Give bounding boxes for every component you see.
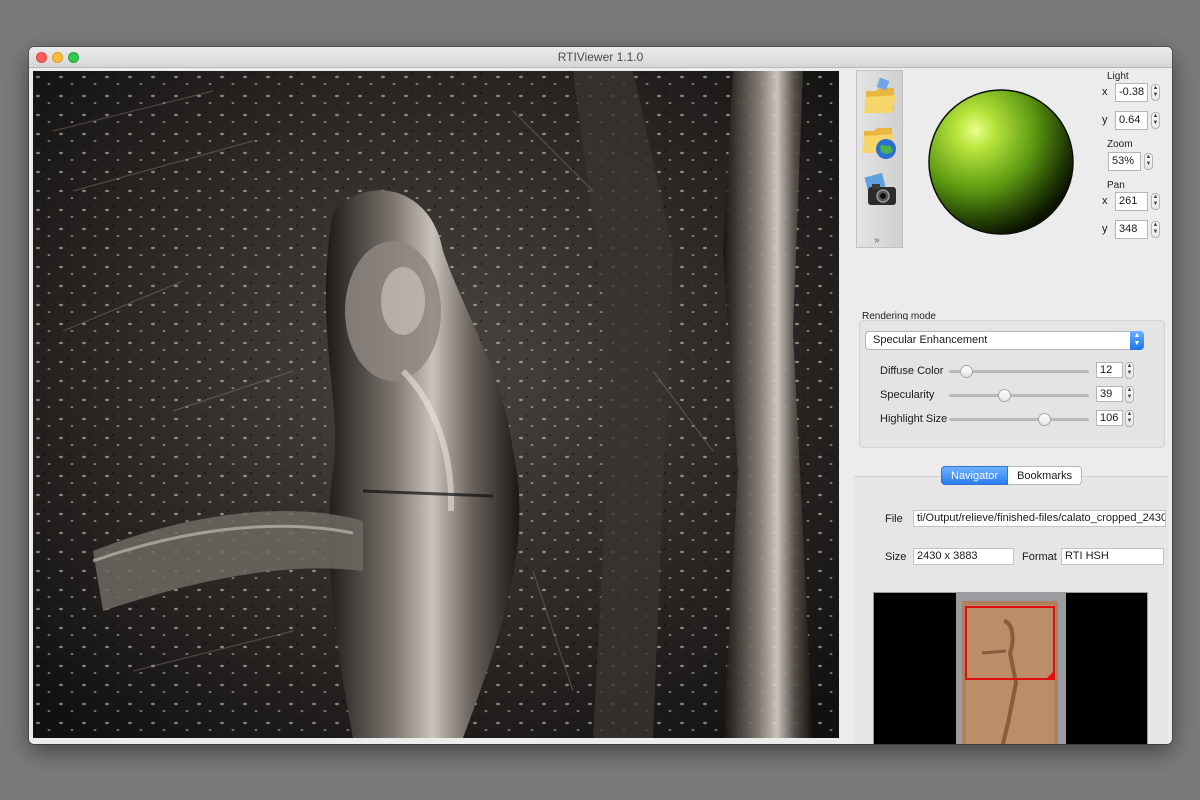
highlight-size-row: Highlight Size 106 ▲ ▼	[845, 410, 1172, 430]
tab-bookmarks[interactable]: Bookmarks	[1008, 466, 1083, 485]
light-sphere-graphic	[928, 89, 1074, 235]
highlight-size-label: Highlight Size	[880, 413, 948, 425]
rti-relief-image	[33, 71, 839, 738]
size-field[interactable]: 2430 x 3883	[913, 548, 1014, 565]
zoom-stepper[interactable]: ▲ ▼	[1144, 153, 1153, 170]
rendering-mode-value: Specular Enhancement	[873, 334, 988, 346]
highlight-size-value[interactable]: 106	[1096, 410, 1123, 426]
file-label: File	[885, 513, 903, 525]
pan-x-stepper[interactable]: ▲ ▼	[1151, 193, 1160, 210]
highlight-size-stepper[interactable]: ▲ ▼	[1125, 410, 1134, 427]
light-x-label: x	[1102, 86, 1108, 98]
title-bar: RTIViewer 1.1.0	[29, 47, 1172, 68]
control-panel: » Light x -0.38 ▲ ▼ y 0.64 ▲ ▼ Zoom 53% …	[845, 69, 1172, 744]
zoom-field[interactable]: 53%	[1108, 152, 1141, 171]
format-label: Format	[1022, 551, 1057, 563]
navigator-preview[interactable]	[873, 592, 1148, 744]
specularity-stepper[interactable]: ▲ ▼	[1125, 386, 1134, 403]
light-y-label: y	[1102, 114, 1108, 126]
zoom-label: Zoom	[1107, 139, 1133, 150]
pan-x-field[interactable]: 261	[1115, 192, 1148, 211]
light-direction-sphere[interactable]	[921, 82, 1081, 242]
tab-navigator[interactable]: Navigator	[941, 466, 1009, 485]
file-path-field[interactable]: ti/Output/relieve/finished-files/calato_…	[913, 510, 1166, 527]
open-remote-icon	[862, 128, 896, 159]
diffuse-color-value[interactable]: 12	[1096, 362, 1123, 378]
diffuse-color-track[interactable]	[949, 365, 1089, 378]
highlight-size-thumb[interactable]	[1038, 413, 1052, 426]
specularity-label: Specularity	[880, 389, 935, 401]
diffuse-color-row: Diffuse Color 12 ▲ ▼	[845, 362, 1172, 382]
open-file-button[interactable]	[862, 77, 899, 117]
toolbar-more-chevron[interactable]: »	[874, 235, 880, 246]
open-remote-button[interactable]	[862, 121, 899, 161]
info-tabs: Navigator Bookmarks	[941, 466, 1083, 485]
window-title: RTIViewer 1.1.0	[557, 50, 644, 64]
select-chevron-icon: ▲ ▼	[1130, 331, 1144, 350]
pan-y-stepper[interactable]: ▲ ▼	[1151, 221, 1160, 238]
app-window: RTIViewer 1.1.0 » Light x -0.38 ▲ ▼ y 0.…	[29, 47, 1172, 744]
navigator-thumbnail	[956, 593, 1066, 744]
pan-y-field[interactable]: 348	[1115, 220, 1148, 239]
light-y-stepper[interactable]: ▲ ▼	[1151, 112, 1160, 129]
pan-label: Pan	[1107, 180, 1125, 191]
specularity-row: Specularity 39 ▲ ▼	[845, 386, 1172, 406]
rendering-mode-select[interactable]: Specular Enhancement ▲ ▼	[865, 331, 1144, 350]
specularity-track[interactable]	[949, 389, 1089, 402]
highlight-size-track[interactable]	[949, 413, 1089, 426]
diffuse-color-thumb[interactable]	[959, 365, 973, 378]
open-file-icon	[864, 77, 896, 113]
snapshot-icon	[864, 172, 896, 205]
specularity-value[interactable]: 39	[1096, 386, 1123, 402]
format-field[interactable]: RTI HSH	[1061, 548, 1164, 565]
pan-y-label: y	[1102, 223, 1108, 235]
snapshot-button[interactable]	[862, 171, 899, 211]
specularity-thumb[interactable]	[997, 389, 1011, 402]
light-x-stepper[interactable]: ▲ ▼	[1151, 84, 1160, 101]
diffuse-color-stepper[interactable]: ▲ ▼	[1125, 362, 1134, 379]
file-toolbar: »	[856, 70, 903, 248]
light-y-field[interactable]: 0.64	[1115, 111, 1148, 130]
rti-image-viewport[interactable]	[33, 71, 839, 738]
pan-x-label: x	[1102, 195, 1108, 207]
size-label: Size	[885, 551, 907, 563]
light-x-field[interactable]: -0.38	[1115, 83, 1148, 102]
diffuse-color-label: Diffuse Color	[880, 365, 944, 377]
light-label: Light	[1107, 71, 1129, 82]
